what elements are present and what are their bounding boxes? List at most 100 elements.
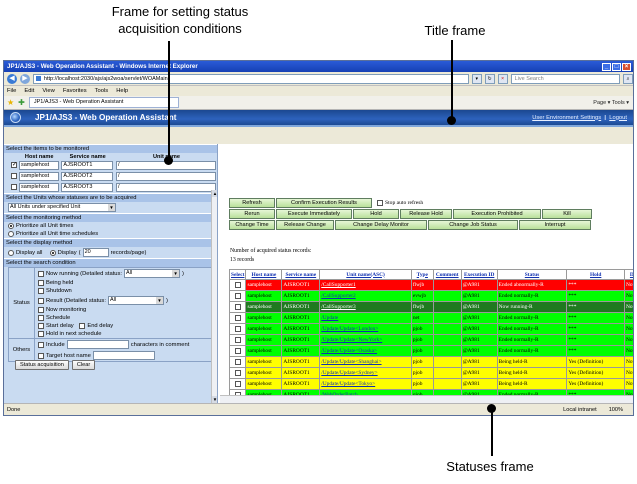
execution-prohibited-button[interactable]: Execution Prohibited bbox=[453, 209, 541, 219]
status-acquisition-button[interactable]: Status acquisition bbox=[15, 360, 69, 370]
col-comment[interactable]: Comment bbox=[432, 269, 462, 280]
row-select-checkbox[interactable] bbox=[234, 336, 241, 343]
url-field[interactable]: http://localhost:2030/ajs/ajs2woa/servle… bbox=[32, 73, 469, 84]
host-input[interactable]: samplehost bbox=[19, 161, 59, 170]
release-change-button[interactable]: Release Change bbox=[276, 220, 334, 230]
tab-tools[interactable]: Page ▾ Tools ▾ bbox=[593, 100, 629, 106]
result-checkbox[interactable] bbox=[38, 297, 44, 304]
stop-auto-refresh-checkbox[interactable] bbox=[377, 200, 383, 206]
result-select[interactable]: All bbox=[107, 296, 164, 305]
cell-unit[interactable]: /Update/Update<London> bbox=[319, 323, 412, 335]
rerun-button[interactable]: Rerun bbox=[229, 209, 275, 219]
menu-favorites[interactable]: Favorites bbox=[63, 88, 87, 94]
schedule-checkbox[interactable] bbox=[38, 315, 44, 321]
menu-help[interactable]: Help bbox=[116, 88, 128, 94]
maximize-button[interactable]: □ bbox=[612, 62, 621, 71]
target-host-input[interactable] bbox=[92, 351, 155, 360]
stop-icon[interactable]: × bbox=[497, 73, 508, 84]
release-hold-button[interactable]: Release Hold bbox=[400, 209, 452, 219]
cell-unit[interactable]: /Update/Update<Osaska> bbox=[319, 345, 412, 357]
col-status[interactable]: Status bbox=[496, 269, 568, 280]
menu-tools[interactable]: Tools bbox=[95, 88, 109, 94]
service-input[interactable]: AJSROOT2 bbox=[61, 172, 114, 181]
units-select[interactable]: All Units under specified Unit bbox=[8, 203, 116, 212]
execute-immediately-button[interactable]: Execute Immediately bbox=[276, 209, 352, 219]
menu-file[interactable]: File bbox=[7, 88, 16, 94]
service-input[interactable]: AJSROOT3 bbox=[61, 183, 114, 192]
search-icon[interactable]: ⌕ bbox=[623, 73, 633, 84]
zoom-label[interactable]: 100% bbox=[609, 407, 623, 413]
close-button[interactable]: × bbox=[622, 62, 631, 71]
host-input[interactable]: samplehost bbox=[19, 183, 59, 192]
add-favorites-icon[interactable]: ✚ bbox=[18, 98, 25, 107]
minimize-button[interactable]: _ bbox=[602, 62, 611, 71]
tab-web-operation-assistant[interactable]: JP1/AJS3 - Web Operation Assistant bbox=[28, 97, 179, 108]
being-held-checkbox[interactable] bbox=[38, 280, 44, 286]
confirm-results-button[interactable]: Confirm Execution Results bbox=[276, 198, 372, 208]
now-running-select[interactable]: All bbox=[124, 269, 181, 278]
menu-view[interactable]: View bbox=[42, 88, 54, 94]
left-scrollbar[interactable]: ▲ ▼ bbox=[211, 190, 217, 403]
cell-unit[interactable]: /CallSupporter3 bbox=[319, 301, 412, 313]
display-paged-radio[interactable] bbox=[49, 249, 56, 256]
back-icon[interactable]: ◀ bbox=[7, 73, 17, 84]
change-time-button[interactable]: Change Time bbox=[229, 220, 275, 230]
col-select[interactable]: Select bbox=[228, 269, 247, 280]
clear-button[interactable]: Clear bbox=[71, 360, 96, 370]
search-input[interactable]: Live Search bbox=[510, 73, 621, 84]
col-delay[interactable]: Delay bbox=[624, 269, 633, 280]
col-service-name[interactable]: Service name bbox=[281, 269, 321, 280]
cell-unit[interactable]: /Update/Update<Sydney> bbox=[319, 367, 412, 379]
target-host-checkbox[interactable] bbox=[38, 352, 44, 359]
change-job-status-button[interactable]: Change Job Status bbox=[428, 220, 518, 230]
refresh-button[interactable]: Refresh bbox=[229, 198, 275, 208]
dropdown-icon[interactable]: ▾ bbox=[471, 73, 482, 84]
target-checkbox[interactable] bbox=[11, 184, 17, 191]
row-select-checkbox[interactable] bbox=[234, 369, 241, 376]
display-all-radio[interactable] bbox=[8, 249, 14, 256]
include-checkbox[interactable] bbox=[38, 341, 44, 348]
cell-unit[interactable]: /Update/Update<Tokyo> bbox=[319, 378, 412, 390]
favorites-star-icon[interactable]: ★ bbox=[7, 98, 14, 107]
col-host-name[interactable]: Host name bbox=[245, 269, 283, 280]
shutdown-checkbox[interactable] bbox=[38, 288, 44, 294]
cell-unit[interactable]: /Update/Update<NewYork> bbox=[319, 334, 412, 346]
menu-edit[interactable]: Edit bbox=[24, 88, 34, 94]
refresh-icon[interactable]: ↻ bbox=[484, 73, 495, 84]
end-delay-checkbox[interactable] bbox=[79, 323, 86, 329]
cell-unit[interactable]: /Update/Update<Shanghai> bbox=[319, 356, 412, 368]
user-settings-link[interactable]: User Environment Settings bbox=[532, 115, 601, 121]
forward-icon[interactable]: ▶ bbox=[19, 73, 30, 84]
row-select-checkbox[interactable] bbox=[234, 292, 241, 299]
unit-input[interactable]: / bbox=[115, 183, 216, 192]
hold-button[interactable]: Hold bbox=[353, 209, 399, 219]
col-hold[interactable]: Hold bbox=[566, 269, 626, 280]
horizontal-scrollbar[interactable] bbox=[220, 395, 633, 403]
interrupt-button[interactable]: Interrupt bbox=[519, 220, 591, 230]
row-select-checkbox[interactable] bbox=[234, 358, 241, 365]
change-delay-monitor-button[interactable]: Change Delay Monitor bbox=[335, 220, 427, 230]
row-select-checkbox[interactable] bbox=[234, 347, 241, 354]
cell-unit[interactable]: /CallSupporter2 bbox=[319, 290, 412, 302]
start-delay-checkbox[interactable] bbox=[38, 323, 44, 329]
row-select-checkbox[interactable] bbox=[234, 314, 241, 321]
col-type[interactable]: Type bbox=[410, 269, 434, 280]
cell-unit[interactable]: /CallSupporter1 bbox=[319, 279, 412, 291]
now-monitoring-checkbox[interactable] bbox=[38, 307, 44, 313]
col-unit-name[interactable]: Unit name(ASC) bbox=[319, 269, 412, 280]
include-input[interactable] bbox=[66, 340, 129, 349]
kill-button[interactable]: Kill bbox=[542, 209, 592, 219]
unit-input[interactable]: / bbox=[115, 172, 216, 181]
row-select-checkbox[interactable] bbox=[234, 380, 241, 387]
cell-unit[interactable]: /Update bbox=[319, 312, 412, 324]
col-execution-id[interactable]: Execution ID bbox=[460, 269, 498, 280]
target-checkbox[interactable]: ✓ bbox=[11, 162, 17, 169]
row-select-checkbox[interactable] bbox=[234, 325, 241, 332]
method-schedule-radio[interactable] bbox=[8, 231, 14, 237]
row-select-checkbox[interactable] bbox=[234, 303, 241, 310]
now-running-checkbox[interactable] bbox=[38, 270, 44, 277]
host-input[interactable]: samplehost bbox=[19, 172, 59, 181]
logout-link[interactable]: Logout bbox=[609, 115, 627, 121]
target-checkbox[interactable] bbox=[11, 173, 17, 180]
row-select-checkbox[interactable] bbox=[234, 281, 241, 288]
